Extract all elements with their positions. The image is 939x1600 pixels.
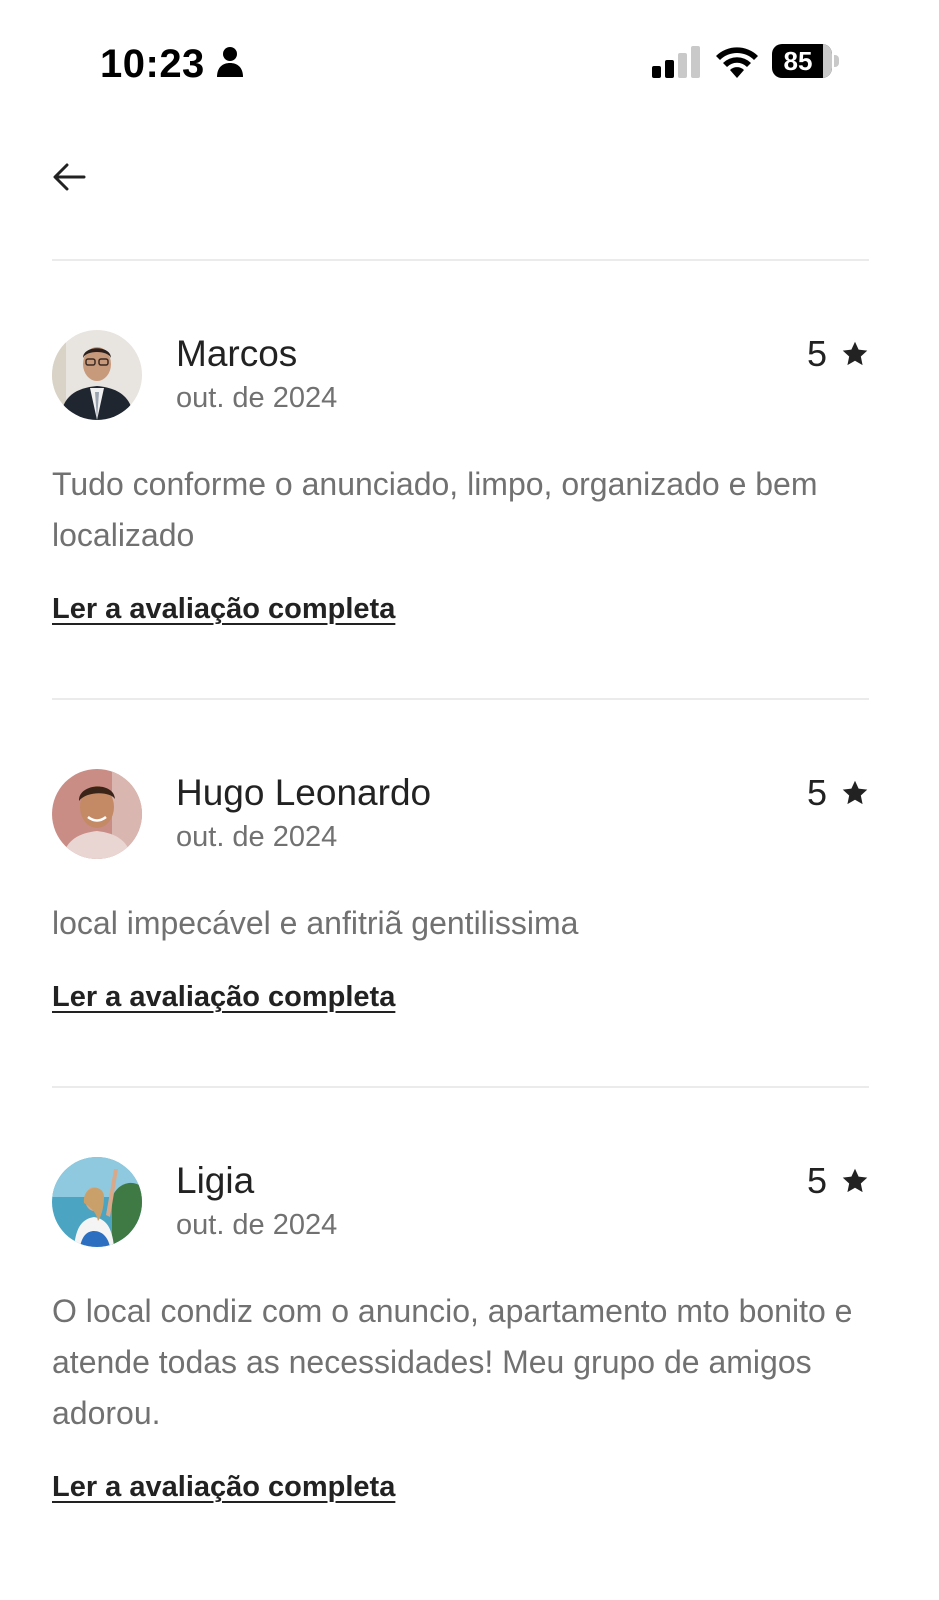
status-bar: 10:23 85 bbox=[0, 0, 939, 120]
review-date: out. de 2024 bbox=[176, 821, 338, 853]
avatar[interactable] bbox=[52, 769, 142, 859]
review-item: Ligia out. de 2024 5 O local condiz com … bbox=[52, 1157, 869, 1517]
reviewer-name: Hugo Leonardo bbox=[176, 772, 432, 813]
wifi-icon bbox=[716, 47, 758, 78]
avatar[interactable] bbox=[52, 1157, 142, 1247]
review-text: local impecável e anfitriã gentilissima bbox=[52, 905, 579, 941]
reviewer-name: Ligia bbox=[176, 1160, 255, 1201]
star-icon bbox=[842, 1168, 868, 1193]
review-item: Marcos out. de 2024 5 Tudo conforme o an… bbox=[52, 330, 869, 630]
rating: 5 bbox=[807, 332, 869, 376]
read-full-review-link[interactable]: Ler a avaliação completa bbox=[52, 1471, 395, 1504]
rating-value: 5 bbox=[806, 1160, 827, 1201]
rating: 5 bbox=[807, 1159, 869, 1203]
review-date: out. de 2024 bbox=[176, 1209, 338, 1241]
read-full-review-link[interactable]: Ler a avaliação completa bbox=[52, 981, 395, 1014]
arrow-left-icon bbox=[53, 163, 86, 191]
person-icon bbox=[217, 47, 243, 77]
rating: 5 bbox=[807, 771, 869, 815]
review-text: O local condiz com o anuncio, apartament… bbox=[52, 1293, 853, 1431]
read-full-review-link[interactable]: Ler a avaliação completa bbox=[52, 593, 395, 626]
back-button[interactable] bbox=[44, 152, 94, 202]
review-date: out. de 2024 bbox=[176, 382, 338, 414]
divider bbox=[52, 1086, 869, 1088]
battery-level: 85 bbox=[783, 46, 813, 76]
divider bbox=[52, 698, 869, 700]
review-item: Hugo Leonardo out. de 2024 5 local impec… bbox=[52, 769, 869, 1029]
review-text: Tudo conforme o anunciado, limpo, organi… bbox=[52, 466, 818, 553]
status-time: 10:23 bbox=[100, 42, 205, 86]
battery-icon: 85 bbox=[772, 44, 842, 80]
rating-value: 5 bbox=[806, 772, 827, 813]
reviewer-name: Marcos bbox=[176, 333, 298, 374]
divider bbox=[52, 259, 869, 261]
star-icon bbox=[842, 780, 868, 805]
avatar[interactable] bbox=[52, 330, 142, 420]
cellular-signal-icon bbox=[652, 46, 700, 78]
star-icon bbox=[842, 341, 868, 366]
rating-value: 5 bbox=[806, 333, 827, 374]
